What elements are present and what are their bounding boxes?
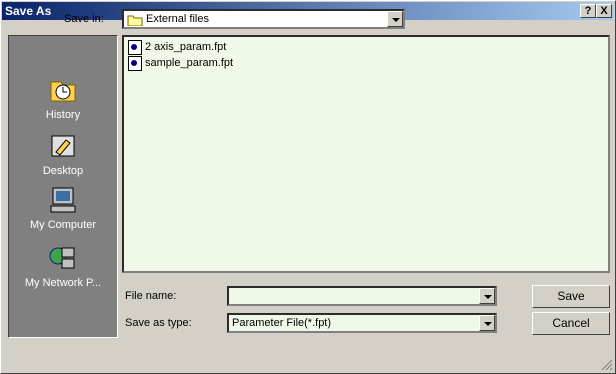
save-in-dropdown-arrow[interactable] (387, 11, 403, 27)
save-as-type-dropdown-arrow[interactable] (479, 315, 495, 331)
file-icon (128, 39, 142, 55)
file-list[interactable]: 2 axis_param.fpt sample_param.fpt (122, 35, 610, 273)
list-item[interactable]: 2 axis_param.fpt (128, 39, 226, 55)
help-button[interactable]: ? (580, 4, 596, 18)
save-as-type-value: Parameter File(*.fpt) (232, 317, 332, 329)
my-computer-icon (50, 187, 76, 213)
list-item[interactable]: sample_param.fpt (128, 55, 233, 71)
resize-grip-icon[interactable] (601, 359, 613, 371)
cancel-button[interactable]: Cancel (532, 312, 610, 335)
network-places-icon (49, 247, 75, 269)
file-name-label: File name: (125, 290, 177, 302)
save-in-dropdown[interactable]: External files (122, 9, 405, 29)
save-as-type-label: Save as type: (125, 317, 192, 329)
dialog-title: Save As (5, 4, 52, 18)
places-item-network[interactable]: My Network P... (9, 244, 117, 289)
places-item-history[interactable]: History (9, 76, 117, 121)
file-name-text: sample_param.fpt (145, 57, 234, 69)
file-icon (128, 55, 142, 71)
places-bar: History Desktop My Computer My Network P… (8, 35, 118, 338)
places-item-label: My Network P... (24, 277, 102, 289)
save-in-label: Save in: (64, 13, 104, 25)
save-as-type-dropdown[interactable]: Parameter File(*.fpt) (227, 313, 497, 333)
save-as-dialog: Save As ? X Save in: External files Hist… (0, 0, 616, 374)
save-in-value: External files (146, 13, 209, 25)
places-item-label: Desktop (42, 165, 84, 177)
places-item-label: History (45, 109, 81, 121)
close-button[interactable]: X (596, 4, 612, 18)
history-icon (50, 81, 76, 102)
places-item-label: My Computer (29, 219, 97, 231)
desktop-icon (51, 135, 75, 157)
folder-icon (127, 15, 143, 26)
places-item-desktop[interactable]: Desktop (9, 132, 117, 177)
file-name-text: 2 axis_param.fpt (145, 41, 227, 53)
file-name-dropdown-arrow[interactable] (479, 288, 495, 304)
save-button[interactable]: Save (532, 285, 610, 308)
file-name-field[interactable] (227, 286, 497, 306)
places-item-my-computer[interactable]: My Computer (9, 186, 117, 231)
